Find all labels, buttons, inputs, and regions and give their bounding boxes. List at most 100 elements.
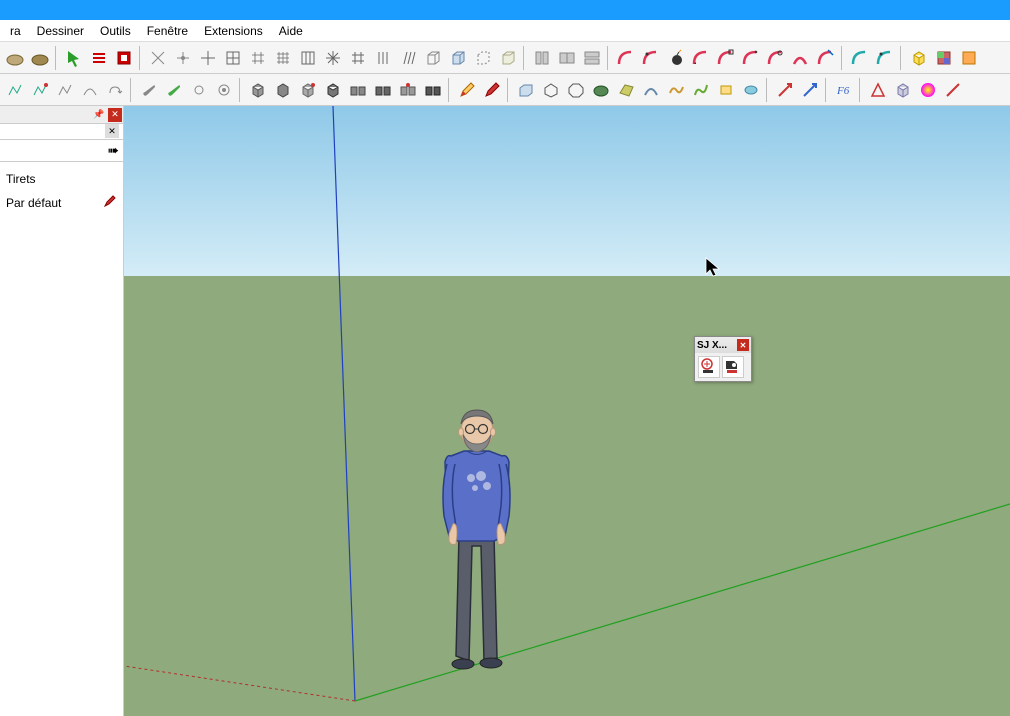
polyline-tool-2[interactable]: [28, 78, 52, 102]
box-tool-4[interactable]: [496, 46, 520, 70]
arc-orange-5[interactable]: [739, 46, 763, 70]
cubes-tool-2[interactable]: [371, 78, 395, 102]
panel-tool-2[interactable]: [555, 46, 579, 70]
parallel-tool-1[interactable]: [371, 46, 395, 70]
component-tool[interactable]: [112, 46, 136, 70]
arc-orange-8[interactable]: [814, 46, 838, 70]
side-panel: 📌 ✕ ✕ ➠ Tirets Par défaut: [0, 106, 124, 716]
floating-toolbar[interactable]: SJ X... ✕: [694, 336, 752, 382]
loop-tool[interactable]: [103, 78, 127, 102]
arc-orange-2[interactable]: [639, 46, 663, 70]
rock-tool-2[interactable]: [28, 46, 52, 70]
toolbar-row-2: F6: [0, 74, 1010, 106]
cube-tool-1[interactable]: [246, 78, 270, 102]
box-tool-3[interactable]: [471, 46, 495, 70]
box-tool-2[interactable]: [446, 46, 470, 70]
shape-path-tool[interactable]: [689, 78, 713, 102]
arc-tool[interactable]: [78, 78, 102, 102]
parallel-tool-2[interactable]: [396, 46, 420, 70]
floating-toolbar-title[interactable]: SJ X... ✕: [695, 337, 751, 353]
menu-help[interactable]: Aide: [271, 21, 311, 41]
shape-hex-tool[interactable]: [539, 78, 563, 102]
pencil-red-tool[interactable]: [480, 78, 504, 102]
menu-tools[interactable]: Outils: [92, 21, 139, 41]
separator: [55, 46, 59, 70]
menu-camera[interactable]: ra: [2, 21, 29, 41]
panel-tool-3[interactable]: [580, 46, 604, 70]
cube-tool-4[interactable]: [321, 78, 345, 102]
line-red-tool[interactable]: [941, 78, 965, 102]
grid-tool-1[interactable]: [196, 46, 220, 70]
triangle-red-tool[interactable]: [866, 78, 890, 102]
cubes-tool-4[interactable]: [421, 78, 445, 102]
grid-tool-2[interactable]: [221, 46, 245, 70]
palette-1-icon[interactable]: [932, 46, 956, 70]
cube-tool-3[interactable]: [296, 78, 320, 102]
shape-oct-tool[interactable]: [564, 78, 588, 102]
shape-arc-tool[interactable]: [639, 78, 663, 102]
gear-tool[interactable]: [212, 78, 236, 102]
arc-orange-1[interactable]: [614, 46, 638, 70]
cube-tool-2[interactable]: [271, 78, 295, 102]
menu-window[interactable]: Fenêtre: [139, 21, 196, 41]
grid-tool-4[interactable]: [271, 46, 295, 70]
separator: [239, 78, 243, 102]
shape-spline-tool[interactable]: [664, 78, 688, 102]
menu-draw[interactable]: Dessiner: [29, 21, 92, 41]
select-tool[interactable]: [62, 46, 86, 70]
box-tool-1[interactable]: [421, 46, 445, 70]
arc-orange-7[interactable]: [789, 46, 813, 70]
close-icon[interactable]: ✕: [108, 108, 122, 122]
lines-tool[interactable]: [87, 46, 111, 70]
polyline-tool-1[interactable]: [3, 78, 27, 102]
bomb-tool[interactable]: [664, 46, 688, 70]
burst-tool[interactable]: [321, 46, 345, 70]
panel-tool-1[interactable]: [530, 46, 554, 70]
pencil-tool[interactable]: [455, 78, 479, 102]
tags-default-row[interactable]: Par défaut: [4, 190, 119, 215]
arc-orange-3[interactable]: [689, 46, 713, 70]
wrench-green-tool[interactable]: [162, 78, 186, 102]
circle-small-tool[interactable]: [187, 78, 211, 102]
float-tool-1[interactable]: [698, 356, 720, 378]
color-wheel-tool[interactable]: [916, 78, 940, 102]
nav-forward-icon[interactable]: ➠: [107, 142, 119, 159]
cubes-tool-3[interactable]: [396, 78, 420, 102]
titlebar: [0, 0, 1010, 20]
wrench-tool-1[interactable]: [137, 78, 161, 102]
shape-box-tool[interactable]: [714, 78, 738, 102]
viewport-3d[interactable]: SJ X... ✕: [124, 106, 1010, 716]
float-tool-2[interactable]: [722, 356, 744, 378]
guide-tool-1[interactable]: [146, 46, 170, 70]
arrow-red-tool[interactable]: [773, 78, 797, 102]
pin-icon[interactable]: 📌: [92, 108, 106, 122]
shape-rect-tool[interactable]: [514, 78, 538, 102]
shape-ellipse-tool[interactable]: [739, 78, 763, 102]
arc-teal-1[interactable]: [848, 46, 872, 70]
arc-teal-2[interactable]: [873, 46, 897, 70]
float-close-icon[interactable]: ✕: [737, 339, 749, 351]
fredo-icon[interactable]: F6: [832, 78, 856, 102]
cubes-tool-1[interactable]: [346, 78, 370, 102]
menu-extensions[interactable]: Extensions: [196, 21, 271, 41]
arc-orange-4[interactable]: [714, 46, 738, 70]
pattern-tool-1[interactable]: [296, 46, 320, 70]
cube-purple-tool[interactable]: [891, 78, 915, 102]
polyline-tool-3[interactable]: [53, 78, 77, 102]
hash-tool[interactable]: [346, 46, 370, 70]
separator: [900, 46, 904, 70]
arrow-blue-tool[interactable]: [798, 78, 822, 102]
tags-tirets-row[interactable]: Tirets: [4, 168, 119, 190]
palette-2-icon[interactable]: [957, 46, 981, 70]
sub-close-icon[interactable]: ✕: [105, 124, 119, 138]
grid-tool-3[interactable]: [246, 46, 270, 70]
toolbar-row-1: [0, 42, 1010, 74]
shape-quad-tool[interactable]: [614, 78, 638, 102]
separator: [766, 78, 770, 102]
separator: [523, 46, 527, 70]
cube-yellow-icon[interactable]: [907, 46, 931, 70]
shape-circle-tool[interactable]: [589, 78, 613, 102]
arc-orange-6[interactable]: [764, 46, 788, 70]
rock-tool-1[interactable]: [3, 46, 27, 70]
guide-tool-2[interactable]: [171, 46, 195, 70]
